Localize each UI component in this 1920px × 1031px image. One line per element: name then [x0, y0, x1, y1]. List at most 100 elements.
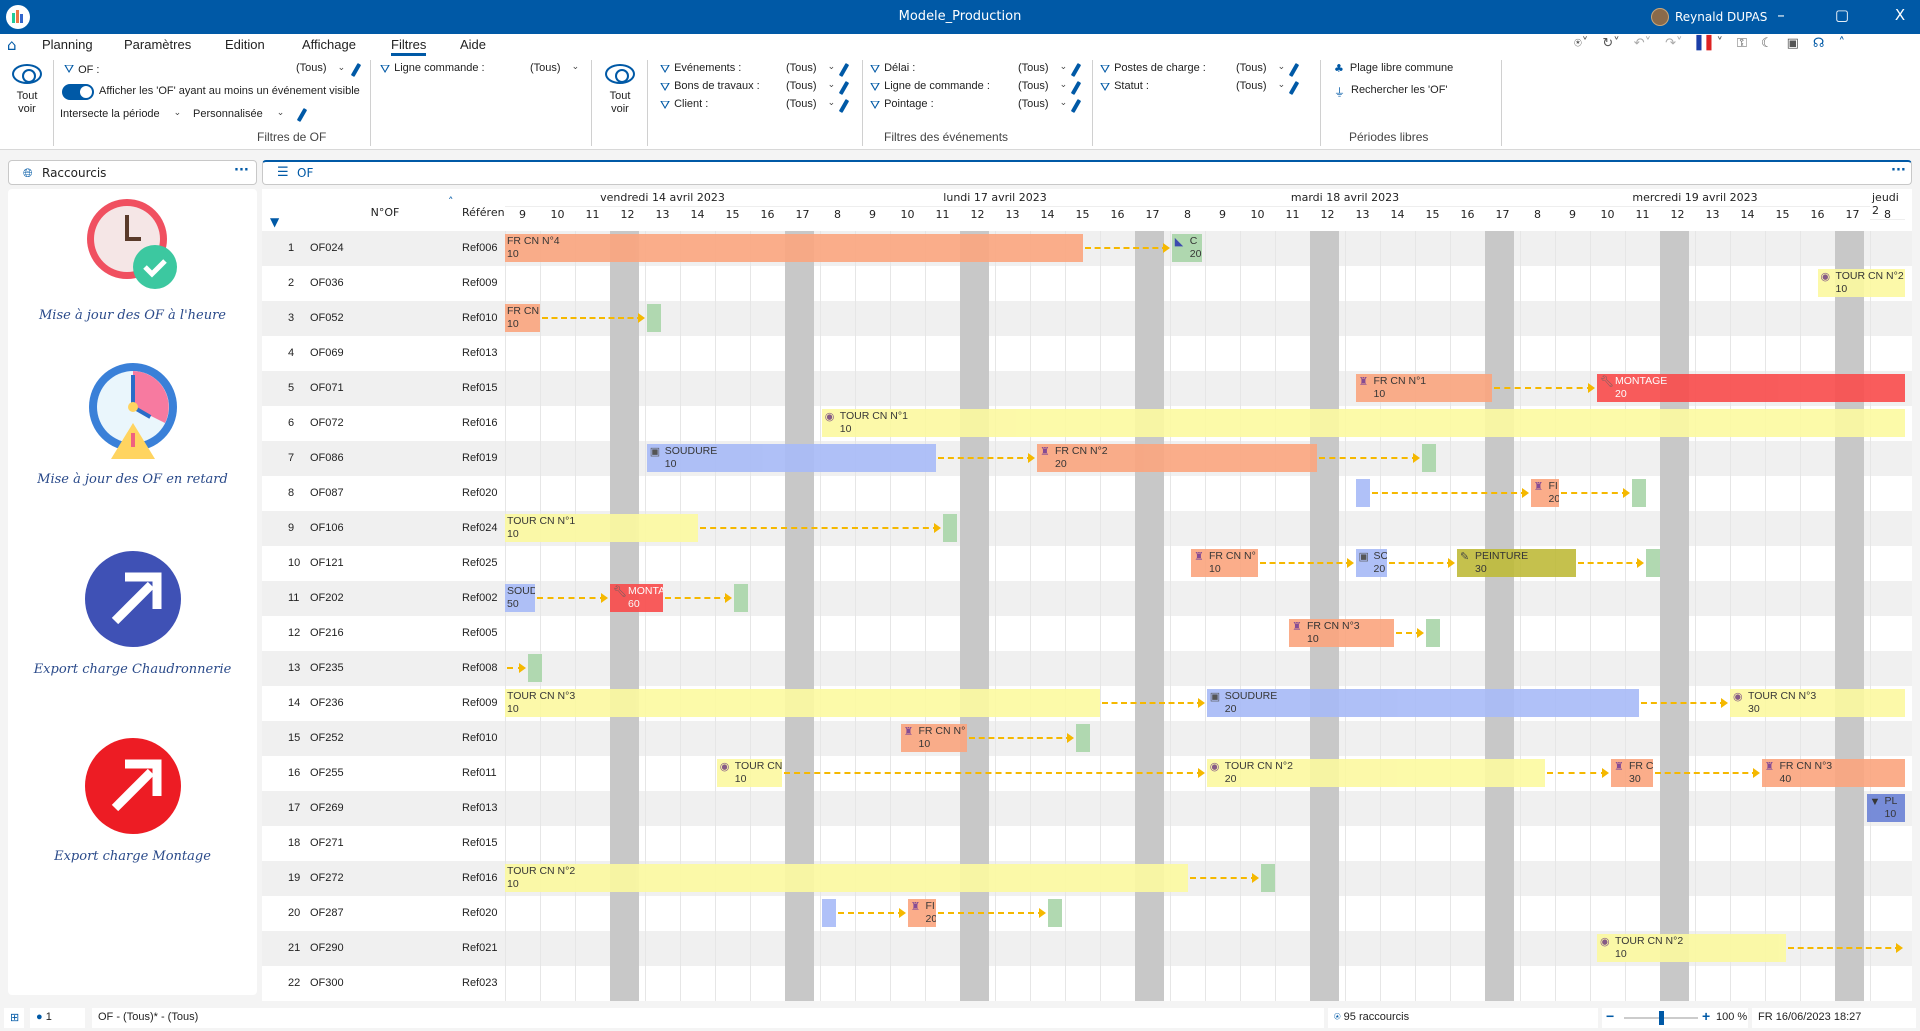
event-bar-ctrl[interactable] — [1075, 724, 1090, 752]
grid-view-icon[interactable]: ⊞ — [4, 1008, 24, 1028]
column-header-of[interactable]: N°OF — [310, 206, 460, 219]
event-bar-fr[interactable]: FR CN N°4 10 — [505, 234, 1083, 262]
event-bar-fr[interactable]: ♜ FR C 30 — [1611, 759, 1653, 787]
event-bar-tour[interactable]: ◉ TOUR CN 10 — [716, 759, 782, 787]
more-options-icon[interactable]: ··· — [234, 163, 249, 178]
filter-dropdown-ligne-de-commande[interactable]: (Tous) ⌄ — [1018, 80, 1067, 92]
of-number[interactable]: OF236 — [310, 697, 344, 709]
event-bar-soudure[interactable]: ▣ SOUDURE 20 — [1206, 689, 1639, 717]
plage-libre-button[interactable]: ♣ Plage libre commune — [1334, 62, 1453, 75]
period-mode-dropdown[interactable]: Intersecte la période ⌄ — [60, 108, 181, 120]
visible-events-toggle[interactable] — [62, 84, 94, 100]
event-bar-fr[interactable]: ♜ FR CN N°1 10 — [1355, 374, 1492, 402]
event-bar-soudure[interactable] — [1355, 479, 1370, 507]
zoom-in-button[interactable]: + — [1702, 1008, 1710, 1024]
edit-period-icon[interactable] — [296, 107, 308, 123]
refresh-icon[interactable]: ↻˅ — [1602, 36, 1619, 51]
key-icon[interactable]: ⚿ — [1737, 36, 1747, 51]
event-bar-soudure[interactable]: ▣ SO 20 — [1355, 549, 1387, 577]
of-number[interactable]: OF202 — [310, 592, 344, 604]
filter-dropdown-statut[interactable]: (Tous) ⌄ — [1236, 80, 1285, 92]
shortcuts-count[interactable]: ⍟ 95 raccourcis — [1328, 1008, 1598, 1028]
edit-of-filter-icon[interactable] — [350, 62, 362, 78]
of-number[interactable]: OF121 — [310, 557, 344, 569]
column-header-reference[interactable]: Référenc — [462, 206, 505, 219]
of-number[interactable]: OF086 — [310, 452, 344, 464]
window-layout-icon[interactable]: ▣ — [1787, 36, 1799, 51]
tout-voir-events-button[interactable]: Tout voir — [605, 64, 635, 116]
support-icon[interactable]: ☊ — [1813, 36, 1825, 51]
event-bar-tour[interactable]: ◉ TOUR CN N°2 20 — [1206, 759, 1545, 787]
edit-filter-icon[interactable] — [1070, 98, 1082, 114]
favorites-icon[interactable]: ⍟˅ — [1574, 36, 1588, 51]
event-bar-tour[interactable]: ◉ TOUR CN N°3 30 — [1730, 689, 1905, 717]
period-range-dropdown[interactable]: Personnalisée ⌄ — [193, 108, 284, 120]
more-options-icon[interactable]: ··· — [1891, 163, 1906, 178]
edit-filter-icon[interactable] — [838, 80, 850, 96]
user-account[interactable]: Reynald DUPAS — [1651, 8, 1767, 26]
of-number[interactable]: OF036 — [310, 277, 344, 289]
menu-planning[interactable]: Planning — [42, 37, 93, 52]
event-bar-fr[interactable]: ♜ FR CN N°3 10 — [1289, 619, 1394, 647]
of-number[interactable]: OF216 — [310, 627, 344, 639]
tout-voir-of-button[interactable]: Tout voir — [12, 64, 42, 116]
edit-filter-icon[interactable] — [1070, 80, 1082, 96]
filter-dropdown-pointage[interactable]: (Tous) ⌄ — [1018, 98, 1067, 110]
event-bar-fr[interactable]: ♜ FI 20 — [907, 899, 936, 927]
collapse-ribbon-icon[interactable]: ˄ — [1838, 36, 1845, 51]
event-bar-ctrl[interactable] — [1422, 444, 1436, 472]
event-bar-soudure[interactable]: ▣ SOUDURE 10 — [646, 444, 936, 472]
edit-filter-icon[interactable] — [1070, 62, 1082, 78]
of-filter-dropdown[interactable]: (Tous) ⌄ — [296, 62, 345, 74]
filter-rows-icon[interactable]: ▼ — [270, 215, 279, 229]
of-number[interactable]: OF271 — [310, 837, 344, 849]
of-number[interactable]: OF069 — [310, 347, 344, 359]
restore-button[interactable]: ▢ — [1827, 6, 1857, 24]
rechercher-of-button[interactable]: ⏚ Rechercher les 'OF' — [1334, 84, 1448, 100]
event-bar-ctrl[interactable] — [1632, 479, 1646, 507]
filter-dropdown-evenements[interactable]: (Tous) ⌄ — [786, 62, 835, 74]
undo-icon[interactable]: ↶˅ — [1634, 36, 1651, 51]
event-bar-ctrl[interactable] — [1047, 899, 1062, 927]
event-bar-fr[interactable]: ♜ FR CN N° 10 — [1191, 549, 1258, 577]
event-bar-fr[interactable]: ♜ FR CN N°3 40 — [1761, 759, 1905, 787]
of-number[interactable]: OF235 — [310, 662, 344, 674]
shortcut-export-chaudronnerie[interactable]: Export charge Chaudronnerie — [8, 551, 257, 677]
event-bar-tour[interactable]: TOUR CN N°1 10 — [505, 514, 698, 542]
filter-dropdown-postes[interactable]: (Tous) ⌄ — [1236, 62, 1285, 74]
home-icon[interactable]: ⌂ — [7, 36, 17, 54]
zoom-out-button[interactable]: − — [1606, 1008, 1614, 1024]
event-bar-ctrl[interactable] — [734, 584, 749, 612]
event-bar-soudure[interactable]: SOUDI50 — [505, 584, 535, 612]
event-bar-tour[interactable]: ◉ TOUR CN N°2 10 — [1597, 934, 1786, 962]
filter-dropdown-bons[interactable]: (Tous) ⌄ — [786, 80, 835, 92]
of-number[interactable]: OF072 — [310, 417, 344, 429]
event-bar-tour[interactable]: TOUR CN N°3 10 — [505, 689, 1100, 717]
event-bar-fr[interactable]: FR CN 10 — [505, 304, 540, 332]
shortcut-of-a-l-heure[interactable]: Mise à jour des OF à l'heure — [8, 197, 257, 323]
event-bar-ctrl[interactable] — [1425, 619, 1440, 647]
of-number[interactable]: OF290 — [310, 942, 344, 954]
close-button[interactable]: X — [1885, 6, 1915, 24]
redo-icon[interactable]: ↷˅ — [1665, 36, 1682, 51]
of-number[interactable]: OF052 — [310, 312, 344, 324]
event-bar-montage[interactable]: 🔧︎ MONTA 60 — [610, 584, 663, 612]
edit-filter-icon[interactable] — [838, 62, 850, 78]
event-bar-tour[interactable]: ◉ TOUR CN N°1 10 — [821, 409, 1905, 437]
shortcut-of-en-retard[interactable]: Mise à jour des OF en retard — [8, 361, 257, 487]
of-number[interactable]: OF269 — [310, 802, 344, 814]
edit-filter-icon[interactable] — [1288, 62, 1300, 78]
edit-filter-icon[interactable] — [1288, 80, 1300, 96]
menu-aide[interactable]: Aide — [460, 37, 486, 52]
event-bar-peinture[interactable]: ✎ PEINTURE 30 — [1457, 549, 1576, 577]
filter-dropdown-delai[interactable]: (Tous) ⌄ — [1018, 62, 1067, 74]
of-number[interactable]: OF252 — [310, 732, 344, 744]
sort-ascending-icon[interactable]: ˄ — [448, 195, 454, 208]
shortcut-export-montage[interactable]: Export charge Montage — [8, 738, 257, 864]
event-bar-fr[interactable]: ♜ FI 20 — [1530, 479, 1559, 507]
of-number[interactable]: OF272 — [310, 872, 344, 884]
menu-edition[interactable]: Edition — [225, 37, 265, 52]
filter-dropdown-client[interactable]: (Tous) ⌄ — [786, 98, 835, 110]
of-number[interactable]: OF300 — [310, 977, 344, 989]
event-bar-ctrl[interactable] — [1261, 864, 1275, 892]
